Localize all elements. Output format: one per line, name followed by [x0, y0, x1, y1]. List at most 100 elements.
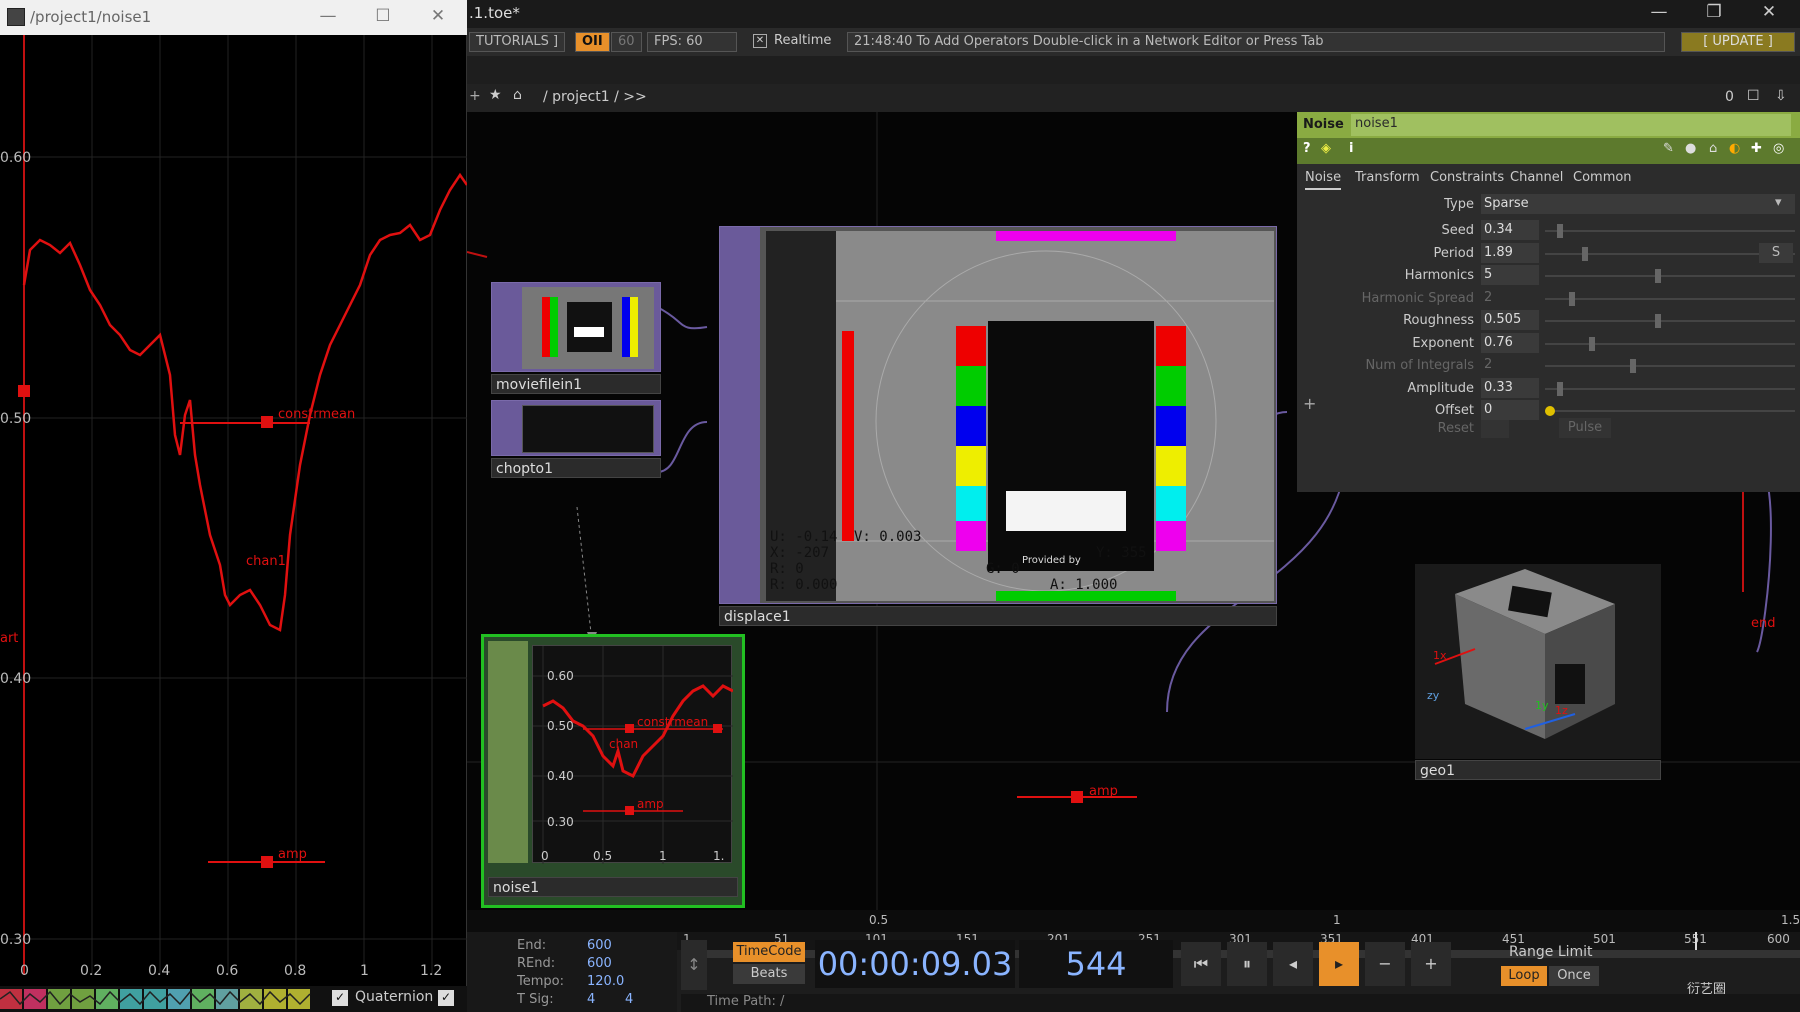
home-icon[interactable]: ⌂	[513, 87, 522, 103]
add-icon[interactable]: +	[469, 88, 481, 104]
tsig-numerator[interactable]: 4	[587, 992, 595, 1007]
maximize-pane-icon[interactable]: ☐	[1747, 88, 1760, 104]
geo-label[interactable]: geo1	[1415, 760, 1661, 780]
star-icon[interactable]: ★	[489, 87, 502, 103]
beats-button[interactable]: Beats	[733, 964, 805, 984]
param-value-field[interactable]: 0.76	[1481, 332, 1539, 353]
tab-transform[interactable]: Transform	[1355, 170, 1420, 185]
minimize-icon[interactable]: —	[316, 6, 340, 26]
slider-handle[interactable]	[1581, 246, 1588, 261]
close-icon[interactable]: ✕	[1757, 2, 1781, 22]
noise-label[interactable]: noise1	[488, 877, 738, 897]
period-unit-button[interactable]: S	[1759, 242, 1793, 263]
network-editor[interactable]: amp end moviefilein1 chopto1 Provided by…	[467, 112, 1800, 910]
play-reverse-button[interactable]: ◂	[1273, 942, 1313, 986]
channel-swatches[interactable]	[0, 986, 330, 1012]
restore-icon[interactable]: ❐	[1702, 2, 1726, 22]
param-value-field[interactable]: 5	[1481, 265, 1539, 285]
edit-icon[interactable]: ✎	[1663, 141, 1674, 156]
pause-button[interactable]: ⏸	[1227, 942, 1267, 986]
param-value-field[interactable]: 1.89	[1481, 242, 1539, 263]
maximize-icon[interactable]: ☐	[371, 6, 395, 26]
play-forward-button[interactable]: ▸	[1319, 942, 1359, 986]
slider-handle[interactable]	[1557, 381, 1564, 396]
tempo-value[interactable]: 120.0	[587, 974, 624, 989]
info-icon[interactable]: i	[1349, 141, 1353, 156]
param-slider[interactable]	[1545, 224, 1795, 238]
quaternion-checkbox[interactable]: ✓	[332, 990, 348, 1006]
slider-handle[interactable]	[1557, 224, 1564, 238]
time-path-bar[interactable]: Time Path: /	[681, 994, 1800, 1012]
noise-node[interactable]: 0.60 0.50 0.40 0.30 0 0.5 1 1. constrmea…	[481, 634, 745, 908]
step-forward-button[interactable]: +	[1411, 942, 1451, 986]
moviefilein-label[interactable]: moviefilein1	[491, 374, 661, 394]
param-slider[interactable]	[1545, 246, 1795, 261]
slider-handle[interactable]	[1654, 269, 1661, 283]
network-path[interactable]: / project1 / >>	[543, 89, 647, 105]
timeline-toggle[interactable]: ↕	[681, 940, 707, 990]
type-dropdown[interactable]: Sparse	[1481, 194, 1795, 214]
comment-icon[interactable]: ●	[1685, 141, 1696, 156]
param-value-field[interactable]: 2	[1481, 355, 1539, 375]
param-value-field[interactable]: 0	[1481, 400, 1539, 420]
oii-button[interactable]: OII	[575, 32, 610, 52]
channel-plot[interactable]: constrmean chan1 amp art 0.60 0.50 0.40 …	[0, 35, 467, 975]
slider-handle[interactable]	[1569, 291, 1576, 306]
option-checkbox[interactable]: ✓	[438, 990, 454, 1006]
param-slider[interactable]	[1545, 336, 1795, 351]
slider-handle[interactable]	[1654, 314, 1661, 328]
end-value[interactable]: 600	[587, 938, 612, 953]
bookmark-icon[interactable]: ⌂	[1709, 141, 1717, 156]
rend-value[interactable]: 600	[587, 956, 612, 971]
python-icon[interactable]: ◐	[1729, 141, 1740, 156]
moviefilein-node[interactable]	[491, 282, 661, 372]
op-name-field[interactable]: noise1	[1351, 114, 1791, 136]
loop-button[interactable]: Loop	[1501, 966, 1547, 986]
param-slider[interactable]	[1545, 269, 1795, 283]
tab-constraints[interactable]: Constraints	[1430, 170, 1504, 185]
target-icon[interactable]: ◎	[1773, 141, 1784, 156]
frame-display[interactable]: 544	[1019, 940, 1173, 988]
slider-handle[interactable]	[1630, 359, 1637, 373]
help-icon[interactable]: ?	[1303, 141, 1311, 156]
realtime-checkbox[interactable]: ✕	[753, 34, 767, 48]
python-help-icon[interactable]: ◈	[1321, 141, 1331, 156]
tab-channel[interactable]: Channel	[1510, 170, 1563, 185]
param-slider[interactable]	[1545, 291, 1795, 306]
add-icon[interactable]: ✚	[1751, 141, 1762, 156]
realtime-label: Realtime	[774, 33, 832, 48]
tutorials-button[interactable]: TUTORIALS ]	[469, 32, 566, 52]
pane-counter[interactable]: 0	[1725, 89, 1734, 105]
chevron-down-icon[interactable]: ▾	[1775, 195, 1782, 210]
param-value-field[interactable]: 0.33	[1481, 377, 1539, 398]
tab-noise[interactable]: Noise	[1305, 170, 1342, 190]
param-value-field[interactable]: 0.34	[1481, 220, 1539, 240]
param-value-field[interactable]: 2	[1481, 288, 1539, 308]
tsig-denominator[interactable]: 4	[625, 992, 633, 1007]
fps-target-field[interactable]: 60	[611, 32, 642, 52]
playhead[interactable]	[1695, 932, 1697, 950]
param-slider[interactable]	[1545, 406, 1795, 416]
update-button[interactable]: [ UPDATE ]	[1681, 32, 1795, 52]
chopto-node[interactable]	[491, 400, 661, 456]
tab-common[interactable]: Common	[1573, 170, 1632, 185]
step-back-button[interactable]: −	[1365, 942, 1405, 986]
close-icon[interactable]: ✕	[426, 6, 450, 26]
pane-menu-icon[interactable]: ⇩	[1775, 88, 1787, 104]
slider-handle[interactable]	[1545, 406, 1555, 416]
once-button[interactable]: Once	[1549, 966, 1599, 986]
rewind-button[interactable]: ⏮	[1181, 942, 1221, 986]
displace-node[interactable]: Provided by U: -0.14 X: -207 R: 0 R: 0.0…	[719, 226, 1277, 604]
param-value-field[interactable]: 0.505	[1481, 310, 1539, 330]
displace-label[interactable]: displace1	[719, 606, 1277, 626]
time-ruler-top[interactable]: 0.5 1 1.5	[467, 910, 1800, 932]
timecode-button[interactable]: TimeCode	[733, 942, 805, 962]
chopto-label[interactable]: chopto1	[491, 458, 661, 478]
slider-handle[interactable]	[1588, 336, 1595, 351]
param-slider[interactable]	[1545, 314, 1795, 328]
param-slider[interactable]	[1545, 359, 1795, 373]
timecode-display[interactable]: 00:00:09.03	[815, 940, 1015, 988]
geo-node[interactable]: 1x 1z 1y zy	[1415, 564, 1661, 759]
minimize-icon[interactable]: —	[1647, 2, 1671, 22]
param-slider[interactable]	[1545, 381, 1795, 396]
